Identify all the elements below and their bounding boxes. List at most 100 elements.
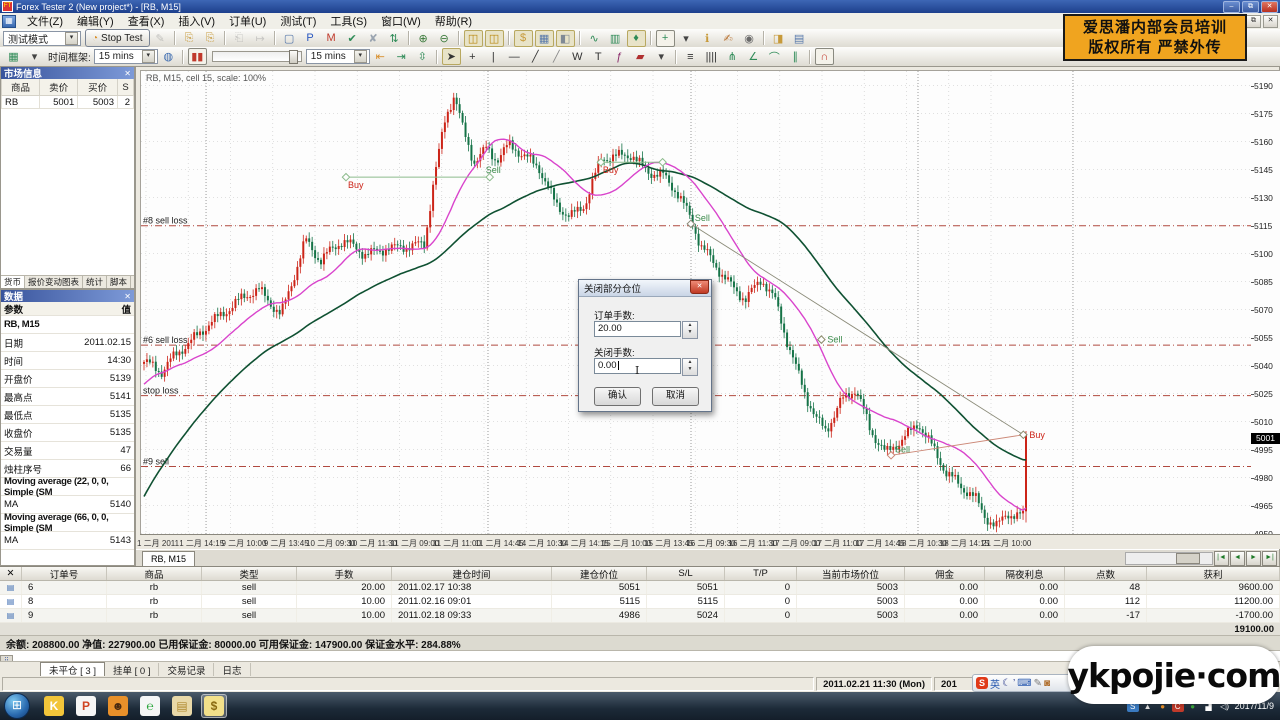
zoom-in-icon[interactable]: ⊕ — [414, 30, 433, 47]
market-row[interactable]: RB500150032 — [2, 96, 134, 109]
taskbar-powerpoint-icon[interactable]: P — [73, 694, 99, 718]
orders-column-header[interactable]: 隔夜利息 — [985, 567, 1065, 580]
new-note-icon[interactable]: ▢ — [280, 30, 299, 47]
price-axis[interactable]: 4950496549804995501050255040505550705085… — [1251, 70, 1280, 535]
zoom-out-icon[interactable]: ⊖ — [435, 30, 454, 47]
fibo-arc-tool-icon[interactable]: ⌒ — [765, 48, 784, 65]
orders-column-header[interactable]: 订单号 — [22, 567, 107, 580]
sogou-icon[interactable]: S — [976, 677, 988, 689]
step-candle-icon[interactable]: ⇥ — [392, 48, 411, 65]
candle-chart-icon[interactable]: ♦ — [627, 30, 646, 47]
menu-item[interactable]: 测试(T) — [273, 15, 323, 29]
market-tab[interactable]: 脚本 — [107, 276, 131, 288]
magnet-icon[interactable]: ∩ — [815, 48, 834, 65]
taskbar-photo-icon[interactable]: ☻ — [105, 694, 131, 718]
orders-tab[interactable]: 未平仓 [ 3 ] — [40, 662, 105, 676]
confirm-button[interactable]: 确认 — [594, 387, 641, 406]
paste-icon[interactable]: ⎗ — [230, 30, 249, 47]
orders-column-header[interactable]: 当前市场价位 — [797, 567, 905, 580]
pause-button[interactable]: ▮▮ — [188, 48, 207, 65]
order-row[interactable]: ▤6rbsell20.002011.02.17 10:3850515051050… — [0, 581, 1280, 595]
sync-charts-icon[interactable]: ◫ — [464, 30, 483, 47]
cursor-tool-icon[interactable]: ➤ — [442, 48, 461, 65]
orders-column-header[interactable]: S/L — [647, 567, 725, 580]
fibo-tool-icon[interactable]: ƒ — [610, 48, 629, 65]
scroll-left-icon[interactable]: ◄ — [1230, 551, 1245, 566]
pitchfork-tool-icon[interactable]: ⋔ — [723, 48, 742, 65]
ime-skin-icon[interactable]: ◙ — [1044, 678, 1050, 689]
cancel-order-icon[interactable]: ✘ — [364, 30, 383, 47]
pending-order-icon[interactable]: P — [301, 30, 320, 47]
notes-icon[interactable]: ✍ — [719, 30, 738, 47]
account-window-icon[interactable]: $ — [514, 30, 533, 47]
time-axis[interactable]: 1 二月 20111 二月 14:159 二月 10:009 二月 13:451… — [140, 534, 1280, 549]
bar-chart-icon[interactable]: ▥ — [606, 30, 625, 47]
hline-tool-icon[interactable]: — — [505, 48, 524, 65]
orders-column-header[interactable]: 类型 — [202, 567, 297, 580]
dialog-close-button[interactable]: ✕ — [690, 280, 709, 294]
orders-column-header[interactable]: 手数 — [297, 567, 392, 580]
menu-item[interactable]: 订单(U) — [222, 15, 273, 29]
market-tab[interactable]: 报价变动图表 — [25, 276, 83, 288]
orders-tab[interactable]: 日志 — [214, 663, 250, 676]
order-lots-spinner[interactable]: ▲▼ — [682, 321, 698, 339]
order-row[interactable]: ▤8rbsell10.002011.02.16 09:0151155115050… — [0, 595, 1280, 609]
taskbar-folder-icon[interactable]: ▤ — [169, 694, 195, 718]
statistics-window-icon[interactable]: ▦ — [535, 30, 554, 47]
line-chart-icon[interactable]: ∿ — [585, 30, 604, 47]
indicator-dropdown-arrow[interactable]: ▾ — [677, 30, 696, 47]
chart-scrollbar[interactable] — [1125, 552, 1213, 565]
panel-close-icon[interactable]: ✕ — [0, 567, 22, 580]
channel-tool-icon[interactable]: ∥ — [786, 48, 805, 65]
copy-chart-icon[interactable]: ⎘ — [201, 30, 220, 47]
add-indicator-icon[interactable]: + — [656, 30, 675, 47]
new-chart-icon[interactable]: ▦ — [4, 48, 23, 65]
menu-item[interactable]: 工具(S) — [323, 15, 374, 29]
market-tab[interactable]: 货币 — [1, 276, 25, 288]
hlines-set-icon[interactable]: ≡ — [681, 48, 700, 65]
market-tab[interactable]: 统计 — [83, 276, 107, 288]
close-lots-spinner[interactable]: ▲▼ — [682, 358, 698, 376]
tile-windows-icon[interactable]: ▤ — [790, 30, 809, 47]
order-row[interactable]: ▤9rbsell10.002011.02.18 09:3349865024050… — [0, 609, 1280, 623]
order-lots-input[interactable]: 20.00 — [594, 321, 681, 337]
chart-edit-icon[interactable]: ✎ — [151, 30, 170, 47]
menu-item[interactable]: 查看(X) — [121, 15, 172, 29]
copy-project-icon[interactable]: ⎘ — [180, 30, 199, 47]
orders-column-header[interactable]: 获利 — [1147, 567, 1280, 580]
cancel-button[interactable]: 取消 — [652, 387, 699, 406]
shapes-tool-icon[interactable]: ▰ — [631, 48, 650, 65]
sync-crosshair-icon[interactable]: ◫ — [485, 30, 504, 47]
snapshot-icon[interactable]: ◉ — [740, 30, 759, 47]
orders-column-header[interactable]: 建仓时间 — [392, 567, 552, 580]
taskbar-browser-icon[interactable]: ℮ — [137, 694, 163, 718]
orders-column-header[interactable]: 点数 — [1065, 567, 1147, 580]
globe-icon[interactable]: ◍ — [159, 48, 178, 65]
punctuation-icon[interactable]: ’ — [1013, 678, 1015, 689]
vlines-set-icon[interactable]: |||| — [702, 48, 721, 65]
orders-tab[interactable]: 挂单 [ 0 ] — [105, 663, 159, 676]
menu-item[interactable]: 窗口(W) — [374, 15, 428, 29]
menu-item[interactable]: 文件(Z) — [20, 15, 70, 29]
close-icon[interactable]: ✕ — [124, 292, 131, 301]
speed-slider[interactable] — [212, 51, 302, 62]
scroll-start-icon[interactable]: |◄ — [1214, 551, 1229, 566]
panels-window-icon[interactable]: ◧ — [556, 30, 575, 47]
orders-column-header[interactable]: 佣金 — [905, 567, 985, 580]
forward-icon[interactable]: ↦ — [251, 30, 270, 47]
minimize-button[interactable]: – — [1223, 1, 1240, 13]
taskbar-kuaiya-icon[interactable]: K — [41, 694, 67, 718]
slider-thumb[interactable] — [289, 50, 298, 64]
orders-column-header[interactable]: T/P — [725, 567, 797, 580]
menu-item[interactable]: 帮助(R) — [428, 15, 479, 29]
vline-tool-icon[interactable]: | — [484, 48, 503, 65]
text-tool-icon[interactable]: T — [589, 48, 608, 65]
shapes-dropdown-arrow[interactable]: ▾ — [652, 48, 671, 65]
menu-item[interactable]: 编辑(Y) — [70, 15, 121, 29]
softkeyboard-icon[interactable]: ⌨ — [1017, 678, 1031, 689]
confirm-order-icon[interactable]: ✔ — [343, 30, 362, 47]
restore-button[interactable]: ⧉ — [1242, 1, 1259, 13]
stop-test-button[interactable]: ◔ Stop Test — [85, 29, 150, 47]
auto-scroll-icon[interactable]: ⇳ — [413, 48, 432, 65]
orders-column-header[interactable]: 建仓价位 — [552, 567, 647, 580]
